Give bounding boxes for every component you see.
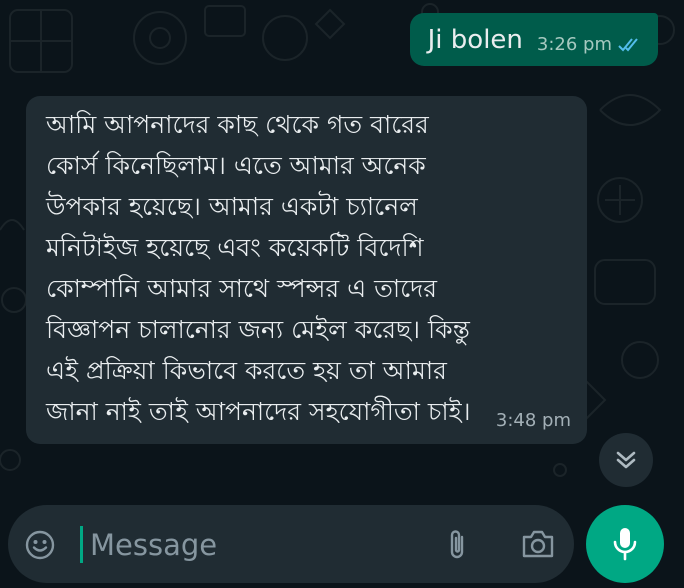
outgoing-message-time: 3:26 pm <box>536 34 612 55</box>
outgoing-message-meta: 3:26 pm <box>537 34 642 57</box>
outgoing-message-bubble[interactable]: Ji bolen 3:26 pm <box>409 13 658 66</box>
scroll-to-bottom-button[interactable] <box>599 433 653 487</box>
outgoing-message-text: Ji bolen <box>427 25 523 55</box>
incoming-message-bubble[interactable]: আমি আপনাদের কাছ থেকে গত বারের কোর্স কিনে… <box>26 96 587 444</box>
chat-area: Ji bolen 3:26 pm আমি আপনাদের কাছ থেকে গত… <box>0 0 684 588</box>
double-check-icon <box>618 37 638 51</box>
incoming-message-text: আমি আপনাদের কাছ থেকে গত বারের কোর্স কিনে… <box>46 110 471 426</box>
double-chevron-down-icon <box>616 451 636 469</box>
incoming-message-time: 3:48 pm <box>495 410 571 431</box>
